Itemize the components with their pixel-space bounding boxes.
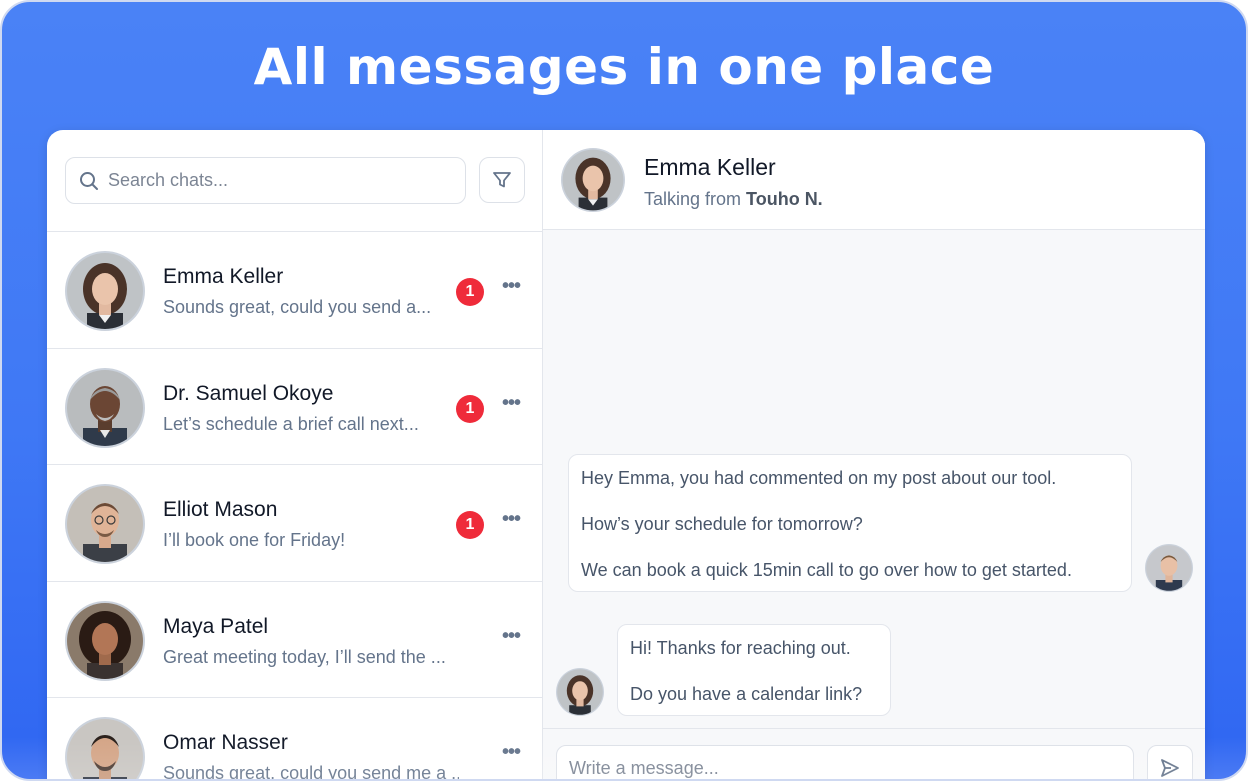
chat-preview: Let’s schedule a brief call next... [163, 413, 419, 434]
sender-avatar [1145, 544, 1193, 592]
chat-name: Maya Patel [163, 614, 269, 638]
chat-row[interactable]: Elliot Mason I’ll book one for Friday! 1… [47, 465, 543, 582]
search-box[interactable] [65, 157, 466, 204]
more-options-button[interactable]: ••• [498, 276, 524, 302]
message-bubble-outgoing: Hey Emma, you had commented on my post a… [568, 454, 1132, 592]
message-line: We can book a quick 15min call to go ove… [581, 560, 1072, 580]
filter-icon [493, 172, 511, 188]
chat-row[interactable]: Dr. Samuel Okoye Let’s schedule a brief … [47, 349, 543, 465]
conversation-panel: Emma Keller Talking from Touho N. Hey Em… [543, 130, 1205, 779]
more-options-button[interactable]: ••• [498, 509, 524, 535]
message-bubble-incoming: Hi! Thanks for reaching out. Do you have… [617, 624, 891, 716]
chat-name: Emma Keller [163, 265, 284, 288]
chat-preview: I’ll book one for Friday! [163, 530, 346, 550]
avatar [65, 600, 145, 681]
more-options-button[interactable]: ••• [498, 742, 524, 768]
send-button[interactable] [1147, 745, 1193, 779]
chat-list: Emma Keller Sounds great, could you send… [47, 231, 543, 781]
headline: All messages in one place [253, 38, 995, 96]
more-options-button[interactable]: ••• [498, 626, 524, 652]
chat-preview: Great meeting today, I’ll send the ... [163, 646, 446, 667]
contact-avatar[interactable] [561, 148, 625, 212]
search-input[interactable] [108, 158, 458, 203]
unread-badge: 1 [456, 511, 484, 539]
chat-row[interactable]: Emma Keller Sounds great, could you send… [47, 232, 543, 349]
contact-name: Emma Keller [644, 154, 776, 180]
message-line: Hey Emma, you had commented on my post a… [581, 468, 1057, 488]
unread-badge: 1 [456, 394, 484, 423]
chat-name: Dr. Samuel Okoye [163, 381, 334, 405]
filter-button[interactable] [479, 157, 525, 203]
chat-row[interactable]: Omar Nasser Sounds great, could you send… [47, 698, 543, 781]
chat-name: Elliot Mason [163, 498, 278, 521]
source-account: Touho N. [746, 189, 823, 209]
promo-frame: All messages in one place Search chats..… [0, 0, 1248, 781]
message-line: How’s your schedule for tomorrow? [581, 514, 863, 534]
messaging-app: Emma Keller Sounds great, could you send… [47, 130, 1205, 781]
message-line: Hi! Thanks for reaching out. [630, 638, 851, 658]
search-icon [78, 170, 100, 197]
chat-name: Omar Nasser [163, 731, 288, 754]
avatar [65, 717, 145, 779]
conversation-header: Emma Keller Talking from Touho N. [543, 130, 1205, 230]
contact-message-avatar [556, 668, 604, 716]
message-line: Do you have a calendar link? [630, 684, 863, 704]
contact-source: Talking from Touho N. [644, 189, 823, 210]
chat-list-panel: Emma Keller Sounds great, could you send… [47, 130, 543, 781]
avatar [65, 367, 145, 448]
send-icon [1161, 759, 1179, 777]
chat-preview: Sounds great, could you send a... [163, 297, 432, 317]
message-composer [543, 728, 1205, 779]
source-prefix: Talking from [644, 189, 742, 209]
more-options-button[interactable]: ••• [498, 393, 524, 419]
message-input[interactable] [556, 745, 1134, 779]
unread-badge: 1 [456, 278, 484, 306]
avatar [65, 484, 145, 564]
chat-row[interactable]: Maya Patel Great meeting today, I’ll sen… [47, 582, 543, 698]
chat-preview: Sounds great, could you send me a .... [163, 763, 459, 781]
avatar [65, 251, 145, 331]
